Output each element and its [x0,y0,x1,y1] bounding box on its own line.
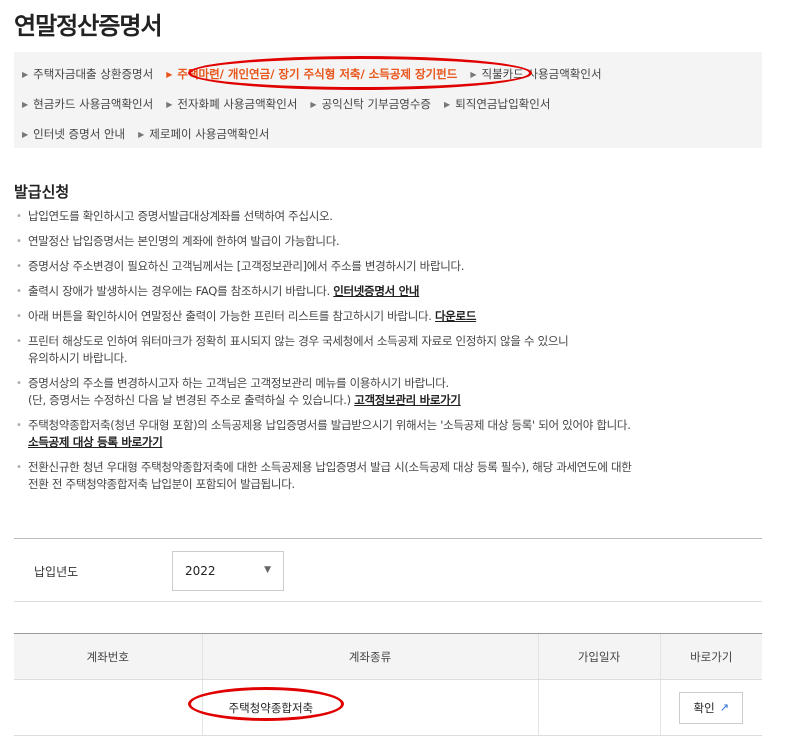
tab-retirement-pension[interactable]: ▶ 퇴직연금납입확인서 [444,96,550,112]
triangle-right-icon: ▶ [22,69,29,79]
caret-down-icon: ▼ [264,565,271,575]
tab-housing-loan-repayment[interactable]: ▶ 주택자금대출 상환증명서 [22,66,153,82]
tab-label: 제로페이 사용금액확인서 [149,127,270,141]
tab-label: 주택자금대출 상환증명서 [33,67,154,81]
notice-item: 출력시 장애가 발생하시는 경우에는 FAQ를 참조하시기 바랍니다. 인터넷증… [14,283,784,300]
tab-label: 현금카드 사용금액확인서 [33,97,154,111]
payment-year-row: 납입년도 2022 ▼ [14,538,762,602]
notice-item: 납입연도를 확인하시고 증명서발급대상계좌를 선택하여 주십시오. [14,208,784,225]
join-date-cell [537,679,660,736]
account-type-cell: 주택청약종합저축 [201,679,538,736]
tab-row-2: ▶ 현금카드 사용금액확인서 ▶ 전자화폐 사용금액확인서 ▶ 공익신탁 기부금… [22,96,563,112]
triangle-right-icon: ▶ [470,69,477,79]
tab-internet-certificate-guide[interactable]: ▶ 인터넷 증명서 안내 [22,126,125,142]
account-no-cell [14,679,202,736]
payment-year-label: 납입년도 [34,565,79,579]
notice-item: 증명서상의 주소를 변경하시고자 하는 고객님은 고객정보관리 메뉴를 이용하시… [14,375,784,409]
tab-label: 인터넷 증명서 안내 [33,127,126,141]
notice-item: 주택청약종합저축(청년 우대형 포함)의 소득공제용 납입증명서를 발급받으시기… [14,417,784,451]
notice-item: 프린터 해상도로 인하여 워터마크가 정확히 표시되지 않는 경우 국세청에서 … [14,333,784,367]
column-header-account-no: 계좌번호 [14,633,202,680]
notice-item: 증명서상 주소변경이 필요하신 고객님께서는 [고객정보관리]에서 주소를 변경… [14,258,784,275]
triangle-right-icon: ▶ [310,99,317,109]
deduction-registration-link[interactable]: 소득공제 대상 등록 바로가기 [28,435,163,449]
column-header-account-type: 계좌종류 [201,633,538,680]
tab-e-money-usage[interactable]: ▶ 전자화폐 사용금액확인서 [166,96,297,112]
triangle-right-icon: ▶ [22,99,29,109]
tab-cash-card-usage[interactable]: ▶ 현금카드 사용금액확인서 [22,96,153,112]
triangle-right-icon: ▶ [166,99,173,109]
tab-public-trust-donation[interactable]: ▶ 공익신탁 기부금영수증 [310,96,431,112]
column-header-join-date: 가입일자 [537,633,660,680]
tab-label: 전자화폐 사용금액확인서 [177,97,298,111]
confirm-button[interactable]: 확인 ↗ [679,691,744,724]
notice-item: 전환신규한 청년 우대형 주택청약종합저축에 대한 소득공제용 납입증명서 발급… [14,459,784,493]
notice-list: 납입연도를 확인하시고 증명서발급대상계좌를 선택하여 주십시오. 연말정산 납… [14,208,784,501]
customer-info-link[interactable]: 고객정보관리 바로가기 [354,393,461,407]
payment-year-value: 2022 [185,564,216,578]
payment-year-select[interactable]: 2022 ▼ [172,551,284,591]
internet-certificate-guide-link[interactable]: 인터넷증명서 안내 [333,284,419,298]
account-table: 계좌번호 계좌종류 가입일자 바로가기 주택청약종합저축 확인 ↗ [14,633,762,736]
triangle-right-icon: ▶ [138,129,145,139]
tab-zeropay-usage[interactable]: ▶ 제로페이 사용금액확인서 [138,126,269,142]
triangle-right-icon: ▶ [22,129,29,139]
tab-label: 공익신탁 기부금영수증 [321,97,432,111]
table-header-row: 계좌번호 계좌종류 가입일자 바로가기 [14,633,762,680]
section-title: 발급신청 [14,183,70,201]
confirm-button-label: 확인 [693,700,715,715]
triangle-right-icon: ▶ [444,99,451,109]
tab-row-1: ▶ 주택자금대출 상환증명서 ▶ 주택마련/ 개인연금/ 장기 주식형 저축/ … [22,66,615,82]
tab-label: 주택마련/ 개인연금/ 장기 주식형 저축/ 소득공제 장기펀드 [177,67,458,81]
tab-label: 직불카드 사용금액확인서 [481,67,602,81]
tab-housing-pension-fund[interactable]: ▶ 주택마련/ 개인연금/ 장기 주식형 저축/ 소득공제 장기펀드 [166,66,457,82]
table-row: 주택청약종합저축 확인 ↗ [14,679,762,736]
column-header-shortcut: 바로가기 [659,633,762,680]
triangle-right-icon: ▶ [166,69,173,79]
notice-item: 연말정산 납입증명서는 본인명의 계좌에 한하여 발급이 가능합니다. [14,233,784,250]
page-title: 연말정산증명서 [14,12,163,40]
external-link-icon: ↗ [719,701,729,714]
tab-debit-card-usage[interactable]: ▶ 직불카드 사용금액확인서 [470,66,601,82]
notice-item: 아래 버튼을 확인하시어 연말정산 출력이 가능한 프린터 리스트를 참고하시기… [14,308,784,325]
tab-row-3: ▶ 인터넷 증명서 안내 ▶ 제로페이 사용금액확인서 [22,126,282,142]
shortcut-cell: 확인 ↗ [659,679,762,736]
printer-list-download-link[interactable]: 다운로드 [435,309,476,323]
tab-label: 퇴직연금납입확인서 [455,97,551,111]
